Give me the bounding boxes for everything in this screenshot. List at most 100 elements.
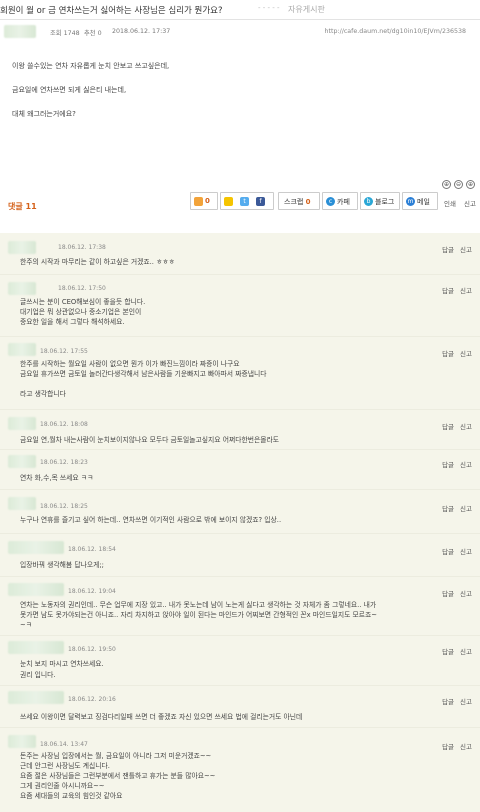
comment-reply-link[interactable]: 답글 [442, 423, 454, 431]
divider [0, 635, 480, 636]
mail-share-button[interactable]: m 메일 [402, 192, 438, 210]
post-datetime: 2018.06.12. 17:37 [112, 28, 171, 35]
comment-report-link[interactable]: 신고 [460, 648, 472, 656]
comment-text: 요즘 세대들의 교육의 힘인것 같아요 [20, 792, 123, 800]
comment-date: 18.06.12. 19:50 [68, 646, 116, 653]
comment-report-link[interactable]: 신고 [460, 287, 472, 295]
divider [0, 449, 480, 450]
comment-reply-link[interactable]: 답글 [442, 350, 454, 358]
reply-label: 댓글 [8, 202, 23, 211]
comment-text: 눈치 보지 마시고 연차쓰세요. [20, 660, 104, 668]
comment-avatar[interactable] [8, 641, 64, 654]
comment-avatar[interactable] [8, 282, 36, 295]
mail-icon: m [406, 197, 415, 206]
comment-text: 권리 입니다. [20, 671, 56, 679]
post-title: 회원이 월 or 금 연차쓰는거 싫어하는 사장님은 심리가 뭔가요? [0, 6, 223, 16]
comment-avatar[interactable] [8, 417, 36, 430]
print-link[interactable]: 인쇄 [444, 198, 456, 208]
divider [0, 336, 480, 337]
like-button[interactable]: 0 [190, 192, 218, 210]
comment-reply-link[interactable]: 답글 [442, 246, 454, 254]
comment-avatar[interactable] [8, 583, 64, 596]
zoom-out-icon[interactable]: ⊖ [454, 180, 463, 189]
comment-avatar[interactable] [8, 455, 36, 468]
post-line: 금요일에 연차쓰면 되게 싫은티 내는데, [12, 86, 127, 94]
comment-text: 금요일 연,월차 내는사람이 눈치보이지않나요 모두다 금토일놀고싶지요 어쩌다… [20, 436, 279, 444]
author-avatar[interactable] [4, 25, 36, 38]
comment-text: 라고 생각합니다 [20, 390, 66, 398]
comment-report-link[interactable]: 신고 [460, 461, 472, 469]
comment-report-link[interactable]: 신고 [460, 246, 472, 254]
facebook-icon[interactable]: f [256, 197, 265, 206]
post-line: 이왕 쓸수있는 연차 자유롭게 눈치 안보고 쓰고싶은데, [12, 62, 170, 70]
comment-reply-link[interactable]: 답글 [442, 743, 454, 751]
comment-text: 연차 화,수,목 쓰세요 ㅋㅋ [20, 474, 94, 482]
comment-reply-link[interactable]: 답글 [442, 548, 454, 556]
comment-report-link[interactable]: 신고 [460, 698, 472, 706]
zoom-controls: ⊕ ⊖ ⊕ [440, 180, 480, 190]
comment-report-link[interactable]: 신고 [460, 590, 472, 598]
cafe-label: 카페 [337, 198, 350, 206]
comment-avatar[interactable] [8, 691, 64, 704]
post-meta: 조회 1748 추천 0 2018.06.12. 17:37 http://ca… [0, 24, 480, 40]
scrap-label: 스크랩 [284, 198, 304, 206]
cafe-icon: c [326, 197, 335, 206]
comment-date: 18.06.12. 17:50 [58, 285, 106, 292]
comment-avatar[interactable] [8, 735, 36, 748]
thumbs-up-icon [194, 197, 203, 206]
title-separator: - - - - - [258, 4, 280, 12]
post-body: 이왕 쓸수있는 연차 자유롭게 눈치 안보고 쓰고싶은데, 금요일에 연차쓰면 … [12, 60, 452, 132]
comment-text: 중요한 일을 해서 그렇다 해석하세요. [20, 318, 125, 326]
blog-label: 블로그 [375, 198, 395, 206]
divider [0, 533, 480, 534]
comment-reply-link[interactable]: 답글 [442, 590, 454, 598]
comment-report-link[interactable]: 신고 [460, 423, 472, 431]
views-count: 조회 1748 [50, 30, 80, 37]
reply-header[interactable]: 댓글 11 [8, 201, 37, 212]
comment-avatar[interactable] [8, 241, 36, 254]
comment-text: ~ㅋ [20, 621, 32, 629]
comment-report-link[interactable]: 신고 [460, 350, 472, 358]
blog-share-button[interactable]: b 블로그 [360, 192, 400, 210]
comment-date: 18.06.12. 20:16 [68, 696, 116, 703]
comment-reply-link[interactable]: 답글 [442, 698, 454, 706]
comment-text: 돈주는 사장님 입장에서는 월, 금요일이 아니라 그저 미운거겠죠~~ [20, 752, 212, 760]
cafe-share-button[interactable]: c 카페 [322, 192, 358, 210]
reply-count: 11 [25, 202, 37, 211]
blog-icon: b [364, 197, 373, 206]
scrap-count: 0 [305, 198, 311, 206]
comment-report-link[interactable]: 신고 [460, 548, 472, 556]
divider [0, 685, 480, 686]
comment-avatar[interactable] [8, 497, 36, 510]
comment-reply-link[interactable]: 답글 [442, 505, 454, 513]
comment-text: 그게 권리인줄 아시니까요~~ [20, 782, 105, 790]
divider [0, 576, 480, 577]
twitter-icon[interactable]: t [240, 197, 249, 206]
comment-report-link[interactable]: 신고 [460, 743, 472, 751]
divider [0, 409, 480, 410]
share-box: t f [220, 192, 274, 210]
mail-label: 메일 [417, 198, 430, 206]
divider [0, 489, 480, 490]
board-link[interactable]: 자유게시판 [288, 4, 325, 15]
comment-text: 입장바꿔 생각해봄 답나오게;; [20, 561, 104, 569]
comment-reply-link[interactable]: 답글 [442, 287, 454, 295]
recommend-count: 추천 0 [84, 30, 102, 37]
comment-reply-link[interactable]: 답글 [442, 648, 454, 656]
zoom-in-icon[interactable]: ⊕ [442, 180, 451, 189]
comment-reply-link[interactable]: 답글 [442, 461, 454, 469]
report-link[interactable]: 신고 [464, 198, 476, 208]
comment-text: 연차는 노동자의 권리인데.. 무슨 업무에 지장 있고.. 내가 못노는데 남… [20, 601, 377, 609]
kakaostory-icon[interactable] [224, 197, 233, 206]
comment-text: 누구나 연휴를 즐기고 싶어 하는데.. 연차쓰면 이기적인 사람으로 밖에 보… [20, 516, 282, 524]
like-share-group: 0 t f [190, 192, 274, 210]
post-url[interactable]: http://cafe.daum.net/dg10in10/EJVm/23653… [325, 28, 466, 35]
comment-date: 18.06.12. 18:23 [40, 459, 88, 466]
divider [0, 274, 480, 275]
comment-avatar[interactable] [8, 541, 64, 554]
comment-avatar[interactable] [8, 343, 36, 356]
comment-report-link[interactable]: 신고 [460, 505, 472, 513]
scrap-button[interactable]: 스크랩 0 [278, 192, 320, 210]
comment-date: 18.06.12. 17:38 [58, 244, 106, 251]
zoom-reset-icon[interactable]: ⊕ [466, 180, 475, 189]
